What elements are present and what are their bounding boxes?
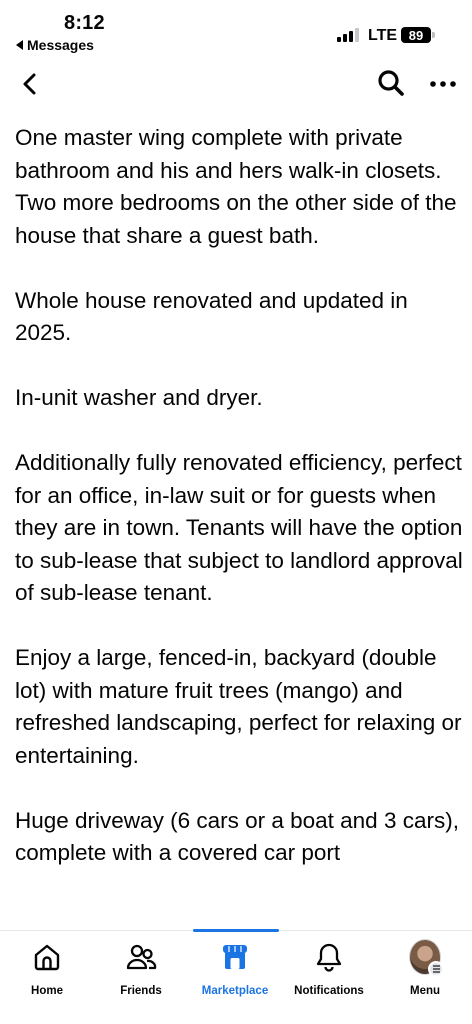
tab-friends[interactable]: Friends — [94, 941, 188, 1001]
battery-level: 89 — [408, 27, 424, 43]
link-underline — [193, 929, 279, 932]
description-paragraph: Additionally fully renovated efficiency,… — [15, 450, 463, 605]
menu-avatar-wrap — [409, 939, 444, 977]
tab-marketplace-label: Marketplace — [201, 985, 269, 997]
search-icon[interactable] — [376, 68, 406, 98]
friends-icon — [125, 941, 157, 973]
tab-friends-label: Friends — [120, 985, 162, 997]
description-paragraph: One master wing complete with private ba… — [15, 125, 457, 248]
avatar — [409, 939, 444, 977]
bell-icon — [313, 941, 345, 973]
marketplace-icon — [219, 941, 251, 973]
back-triangle-icon — [16, 40, 23, 50]
status-bar: 8:12 Messages LTE 89 — [0, 0, 472, 56]
nav-bar — [0, 60, 472, 110]
back-to-messages[interactable]: Messages — [16, 37, 94, 53]
battery-cap — [432, 32, 435, 38]
tab-notifications[interactable]: Notifications — [282, 941, 376, 1001]
tab-home-label: Home — [31, 985, 63, 997]
tab-menu-label: Menu — [409, 985, 441, 997]
chevron-left-icon[interactable] — [16, 70, 44, 98]
back-app-label: Messages — [27, 37, 94, 53]
menu-badge-icon — [428, 961, 444, 977]
tab-bar: Home Friends Marketplace Notifications M… — [0, 930, 472, 1024]
tab-menu[interactable]: Menu — [378, 939, 472, 1001]
description-paragraph: Huge driveway (6 cars or a boat and 3 ca… — [15, 807, 459, 866]
network-type: LTE — [368, 27, 398, 44]
tab-home[interactable]: Home — [0, 941, 94, 1001]
listing-description: One master wing complete with private ba… — [15, 122, 465, 930]
tab-notifications-label: Notifications — [294, 985, 364, 997]
tab-marketplace[interactable]: Marketplace — [188, 941, 282, 1001]
description-paragraph: In-unit washer and dryer. — [15, 385, 263, 410]
description-paragraph: Enjoy a large, fenced-in, backyard (doub… — [15, 645, 462, 768]
status-time: 8:12 — [64, 12, 105, 34]
description-paragraph: Whole house renovated and updated in 202… — [15, 287, 408, 346]
more-horizontal-icon[interactable] — [428, 72, 458, 96]
cellular-signal-icon — [337, 28, 359, 42]
battery-icon: 89 — [401, 27, 431, 43]
home-icon — [31, 941, 63, 973]
